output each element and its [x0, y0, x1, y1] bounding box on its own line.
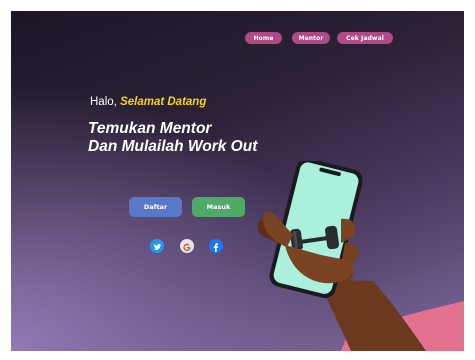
headline-line-1: Temukan Mentor: [88, 120, 212, 137]
nav-cek-jadwal-link[interactable]: Cek Jadwal: [337, 32, 393, 44]
greeting-highlight: Selamat Datang: [120, 96, 207, 108]
greeting-prefix: Halo,: [90, 96, 117, 108]
nav-home-link[interactable]: Home: [245, 32, 282, 44]
register-button[interactable]: Daftar: [129, 197, 182, 217]
hero-headline: Temukan Mentor Dan Mulailah Work Out: [88, 120, 257, 156]
headline-line-2: Dan Mulailah Work Out: [88, 138, 258, 155]
google-icon[interactable]: [180, 239, 194, 253]
greeting: Halo, Selamat Datang: [90, 96, 206, 108]
landing-page: Home Mentor Cek Jadwal Halo, Selamat Dat…: [11, 11, 464, 351]
twitter-icon[interactable]: [150, 239, 164, 253]
login-button[interactable]: Masuk: [192, 197, 245, 217]
hand-holding-phone-illustration: [257, 161, 464, 351]
nav-mentor-link[interactable]: Mentor: [292, 32, 330, 44]
facebook-icon[interactable]: [209, 239, 223, 253]
